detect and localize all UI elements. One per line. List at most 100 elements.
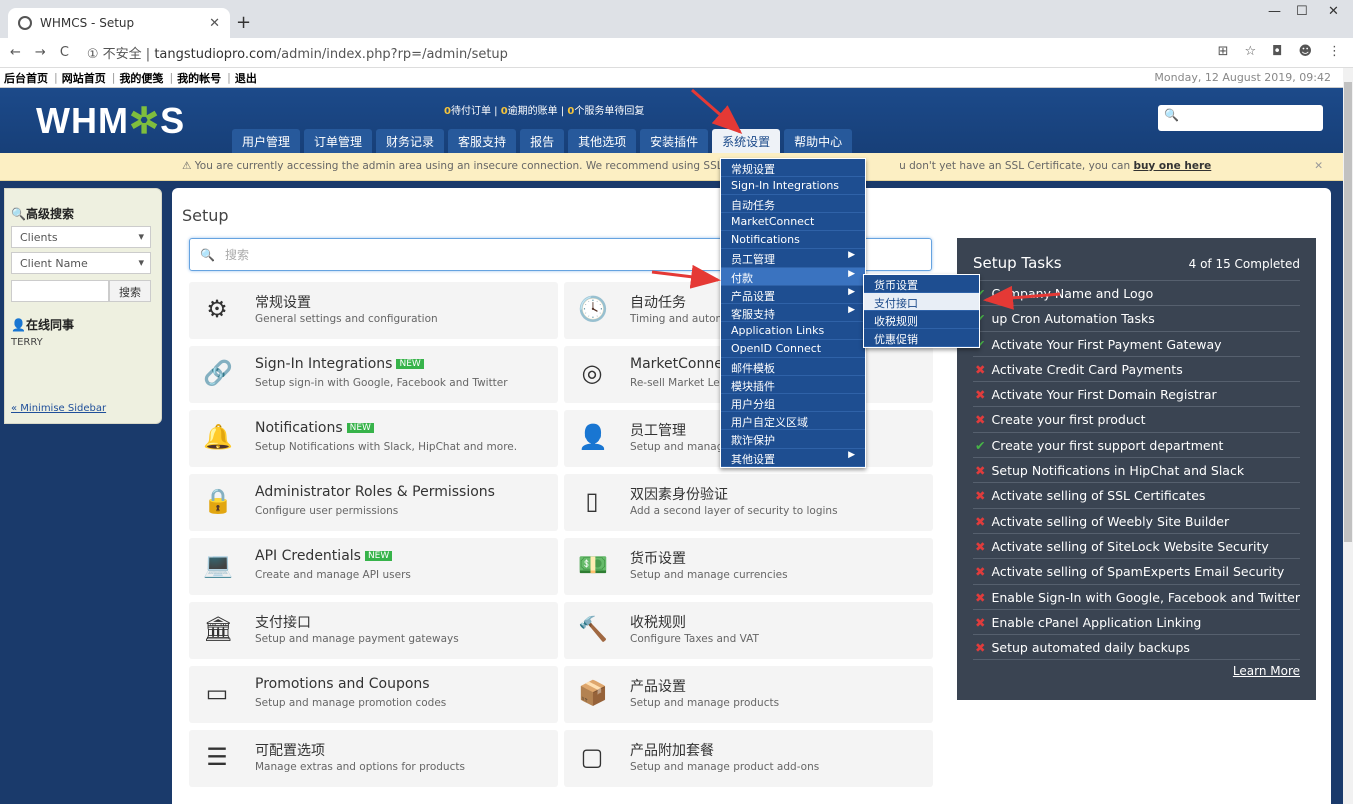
maximize-button[interactable]: ☐ — [1296, 4, 1308, 19]
star-icon[interactable]: ☆ — [1244, 44, 1256, 59]
topbar-link-logout[interactable]: 退出 — [235, 70, 257, 86]
task-item[interactable]: ✖ Enable cPanel Application Linking — [973, 610, 1300, 636]
card-title: 自动任务 — [630, 295, 686, 311]
scrollbar-thumb[interactable] — [1344, 82, 1352, 542]
menu-item[interactable]: 客服支持 ▶ — [721, 304, 865, 322]
task-item[interactable]: ✖ Activate selling of SiteLock Website Se… — [973, 534, 1300, 560]
topbar-link-account[interactable]: 我的帐号 — [177, 70, 221, 86]
menu-item[interactable]: 欺诈保护 — [721, 430, 865, 449]
card-sign-in-integrations[interactable]: 🔗 Sign-In Integrations NEW Setup sign-in wi… — [189, 346, 558, 403]
buy-ssl-link[interactable]: buy one here — [1133, 160, 1211, 172]
browser-tab[interactable]: WHMCS - Setup ✕ — [8, 8, 230, 38]
whmcs-logo[interactable]: WHM✲S — [36, 100, 185, 142]
nav-clients[interactable]: 用户管理 — [232, 129, 301, 153]
card-product-addons[interactable]: ▢ 产品附加套餐 Setup and manage product add-ons — [564, 730, 933, 787]
cross-icon: ✖ — [975, 564, 986, 580]
card-description: Setup and manage product add-ons — [630, 761, 820, 773]
card-admin-roles[interactable]: 🔒 Administrator Roles & Permissions Config… — [189, 474, 558, 531]
menu-item[interactable]: Application Links — [721, 322, 865, 340]
header-search-input[interactable]: 🔍 — [1158, 105, 1323, 131]
url-field[interactable]: ① 不安全 | tangstudiopro.com/admin/index.ph… — [87, 43, 508, 62]
card-title: 员工管理 — [630, 423, 686, 439]
submenu-item[interactable]: 货币设置 — [864, 275, 979, 294]
menu-item[interactable]: OpenID Connect — [721, 340, 865, 359]
menu-item[interactable]: 员工管理 ▶ — [721, 249, 865, 268]
card-general-settings[interactable]: ⚙ 常规设置 General settings and configuration — [189, 282, 558, 339]
card-configurable-options[interactable]: ☰ 可配置选项 Manage extras and options for prod… — [189, 730, 558, 787]
card-two-factor[interactable]: ▯ 双因素身份验证 Add a second layer of security t… — [564, 474, 933, 531]
search-field-select[interactable]: Client Name — [11, 252, 151, 274]
topbar-link-site[interactable]: 网站首页 — [62, 70, 106, 86]
card-notifications[interactable]: 🔔 Notifications NEW Setup Notifications wit… — [189, 410, 558, 467]
card-api-credentials[interactable]: 💻 API Credentials NEW Create and manage API… — [189, 538, 558, 595]
card-tax-rules[interactable]: 🔨 收税规则 Configure Taxes and VAT — [564, 602, 933, 659]
nav-orders[interactable]: 订单管理 — [304, 129, 373, 153]
menu-item[interactable]: 付款 ▶ — [721, 267, 865, 286]
menu-item[interactable]: 用户分组 — [721, 394, 865, 413]
task-item[interactable]: ✖ Activate selling of SpamExperts Email S… — [973, 559, 1300, 585]
window-close-button[interactable]: ✕ — [1328, 4, 1339, 19]
back-icon[interactable]: ← — [10, 45, 21, 60]
menu-item[interactable]: 常规设置 — [721, 159, 865, 178]
search-type-select[interactable]: Clients — [11, 226, 151, 248]
card-currencies[interactable]: 💵 货币设置 Setup and manage currencies — [564, 538, 933, 595]
menu-item[interactable]: Notifications — [721, 231, 865, 250]
sidebar-search-button[interactable]: 搜索 — [109, 280, 151, 302]
nav-help[interactable]: 帮助中心 — [784, 129, 853, 153]
dismiss-warning-button[interactable]: ✕ — [1314, 160, 1323, 172]
card-promotions[interactable]: ▭ Promotions and Coupons Setup and manage … — [189, 666, 558, 723]
task-item[interactable]: ✔ up Cron Automation Tasks — [973, 306, 1300, 332]
menu-item[interactable]: 邮件模板 — [721, 358, 865, 377]
stat-orders[interactable]: 待付订单 — [451, 106, 491, 117]
task-item[interactable]: ✔ Activate Your First Payment Gateway — [973, 332, 1300, 357]
menu-item[interactable]: 其他设置 ▶ — [721, 449, 865, 467]
task-item[interactable]: ✖ Activate Credit Card Payments — [973, 357, 1300, 383]
task-item[interactable]: ✖ Enable Sign-In with Google, Facebook an… — [973, 585, 1300, 610]
menu-item[interactable]: 自动任务 — [721, 195, 865, 214]
task-item[interactable]: ✔ Company Name and Logo — [973, 281, 1300, 307]
task-item[interactable]: ✖ Setup Notifications in HipChat and Slac… — [973, 458, 1300, 484]
menu-item[interactable]: 产品设置 ▶ — [721, 286, 865, 304]
nav-addons[interactable]: 安装插件 — [640, 129, 709, 153]
new-tab-button[interactable]: + — [236, 12, 251, 33]
reload-icon[interactable]: C — [60, 45, 69, 60]
nav-support[interactable]: 客服支持 — [448, 129, 517, 153]
minimize-button[interactable]: — — [1268, 4, 1281, 19]
submenu-item[interactable]: 收税规则 — [864, 311, 979, 330]
task-item[interactable]: ✖ Activate Your First Domain Registrar — [973, 382, 1300, 408]
menu-item[interactable]: Sign-In Integrations — [721, 177, 865, 196]
nav-utilities[interactable]: 其他选项 — [568, 129, 637, 153]
sidebar-search-input[interactable] — [11, 280, 109, 302]
minimise-sidebar-link[interactable]: « Minimise Sidebar — [11, 403, 106, 414]
close-icon[interactable]: ✕ — [209, 16, 220, 31]
menu-item[interactable]: 用户自定义区域 — [721, 412, 865, 431]
nav-billing[interactable]: 财务记录 — [376, 129, 445, 153]
menu-icon[interactable]: ⋮ — [1328, 44, 1341, 59]
task-item[interactable]: ✔ Create your first support department — [973, 433, 1300, 459]
nav-reports[interactable]: 报告 — [520, 129, 565, 153]
task-item[interactable]: ✖ Activate selling of Weebly Site Builder — [973, 509, 1300, 534]
card-payment-gateways[interactable]: 🏛 支付接口 Setup and manage payment gateways — [189, 602, 558, 659]
menu-item[interactable]: 模块插件 — [721, 376, 865, 395]
scrollbar[interactable] — [1343, 68, 1353, 804]
submenu-item[interactable]: 支付接口 — [864, 293, 979, 312]
task-item[interactable]: ✖ Create your first product — [973, 407, 1300, 433]
task-item[interactable]: ✖ Setup automated daily backups — [973, 635, 1300, 661]
tab-title: WHMCS - Setup — [40, 16, 135, 30]
avatar[interactable]: ☻ — [1298, 44, 1312, 59]
target-icon: ◎ — [581, 359, 603, 387]
task-item[interactable]: ✖ Activate selling of SSL Certificates — [973, 483, 1300, 509]
topbar-link-notes[interactable]: 我的便笺 — [119, 70, 163, 86]
stat-invoices[interactable]: 逾期的账单 — [508, 106, 558, 117]
forward-icon[interactable]: → — [35, 45, 46, 60]
topbar-link-home[interactable]: 后台首页 — [4, 70, 48, 86]
stat-tickets[interactable]: 个服务单待回复 — [574, 106, 644, 117]
menu-item[interactable]: MarketConnect — [721, 213, 865, 232]
caret-right-icon: ▶ — [848, 268, 855, 279]
translate-icon[interactable]: ⊞ — [1218, 44, 1229, 59]
nav-setup[interactable]: 系统设置 — [712, 129, 781, 153]
card-products[interactable]: 📦 产品设置 Setup and manage products — [564, 666, 933, 723]
camera-icon[interactable]: ◘ — [1272, 44, 1282, 59]
submenu-item[interactable]: 优惠促销 — [864, 329, 979, 348]
learn-more-link[interactable]: Learn More — [973, 660, 1300, 678]
